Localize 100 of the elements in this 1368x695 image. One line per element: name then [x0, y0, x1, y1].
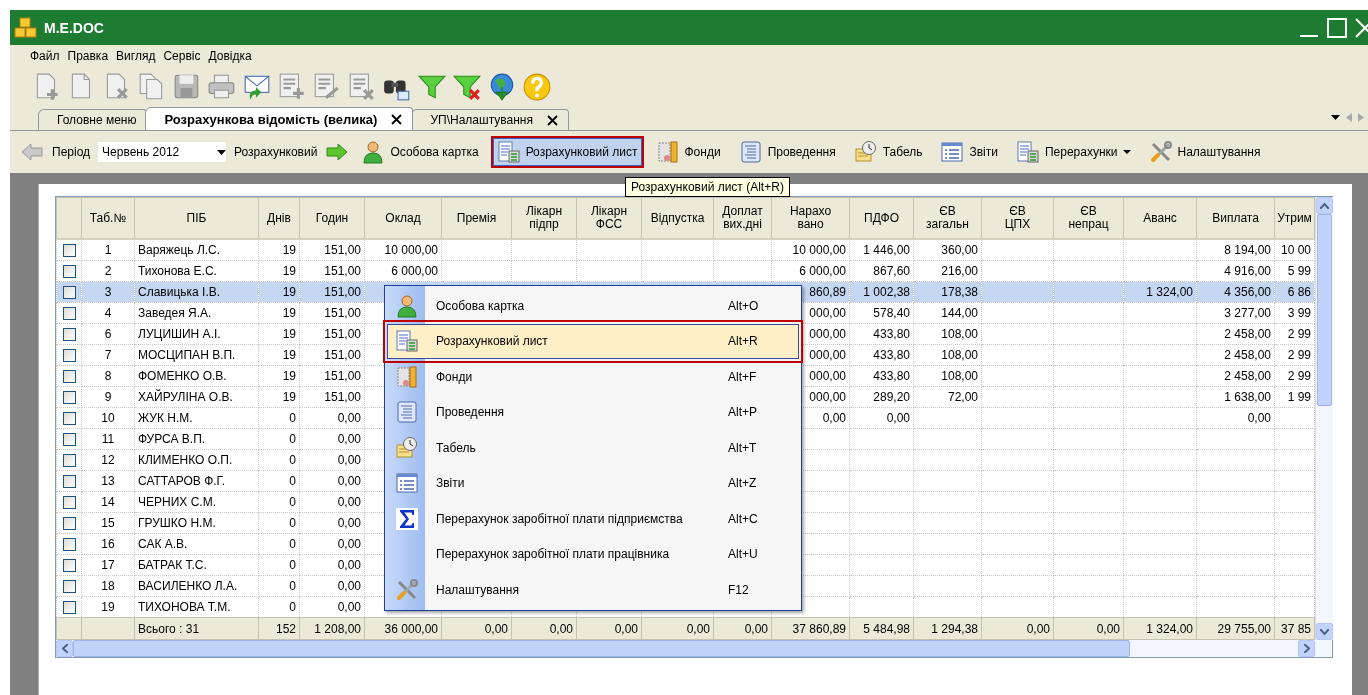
table-cell: 19 — [258, 239, 300, 261]
column-header[interactable]: Днів — [258, 197, 300, 239]
menu-item-label: Особова картка — [435, 298, 526, 313]
context-menu-item[interactable]: Звіти Alt+Z — [387, 465, 799, 501]
row-checkbox[interactable] — [62, 264, 76, 278]
shortcut-label: Alt+P — [728, 405, 758, 420]
row-checkbox[interactable] — [62, 327, 76, 341]
tab[interactable]: Головне меню — [38, 109, 148, 130]
table-cell: 151,00 — [299, 302, 365, 324]
table-cell: 18 — [81, 575, 135, 597]
close-icon[interactable] — [546, 114, 558, 126]
toolbar-button[interactable]: Особова картка — [355, 136, 485, 168]
context-menu-item[interactable]: Налаштування F12 — [387, 572, 799, 608]
table-cell: 0,00 — [299, 449, 365, 471]
dropdown-caret-icon[interactable] — [1331, 113, 1340, 122]
menu-item[interactable]: Сервіс — [163, 49, 201, 63]
table-cell: 289,20 — [849, 386, 914, 408]
column-header[interactable]: Таб.№ — [81, 197, 135, 239]
table-cell: ГРУШКО Н.М. — [134, 512, 259, 534]
column-header[interactable]: Премія — [441, 197, 512, 239]
column-header[interactable]: ЄВ ЦПХ — [981, 197, 1054, 239]
table-cell: 1 002,38 — [849, 281, 914, 303]
row-checkbox[interactable] — [62, 306, 76, 320]
table-cell: 8 194,00 — [1196, 239, 1275, 261]
column-header[interactable]: Лікарн підпр — [511, 197, 577, 239]
menu-item[interactable]: Довідка — [208, 49, 252, 63]
column-header[interactable]: ЄВ загальн — [913, 197, 982, 239]
tab[interactable]: Розрахункова відомість (велика) — [145, 107, 414, 130]
shortcut-label: Alt+C — [728, 511, 759, 526]
forward-arrow-icon[interactable] — [325, 140, 350, 164]
table-cell: ЛУЦИШИН А.І. — [134, 323, 259, 345]
column-header[interactable]: Нарахо вано — [771, 197, 850, 239]
column-header[interactable]: ЄВ непрац — [1053, 197, 1124, 239]
period-label: Період — [51, 145, 92, 159]
row-checkbox[interactable] — [62, 432, 76, 446]
table-cell: 0 — [258, 533, 300, 555]
column-header[interactable]: Утрим — [1274, 197, 1315, 239]
vertical-scrollbar[interactable] — [1315, 197, 1333, 640]
row-checkbox[interactable] — [62, 558, 76, 572]
context-menu-item[interactable]: Перерахунок заробітної плати працівника Alt+U — [387, 536, 799, 572]
table-cell: 4 916,00 — [1196, 260, 1275, 282]
table-cell: МОСЦИПАН В.П. — [134, 344, 259, 366]
total-cell: 0,00 — [576, 617, 642, 640]
total-cell: 1 294,38 — [913, 617, 982, 640]
context-menu-item[interactable]: Табель Alt+T — [387, 430, 799, 466]
list-window-icon — [940, 140, 965, 164]
column-header[interactable]: Оклад — [364, 197, 442, 239]
list-document-icon — [738, 140, 763, 164]
column-header[interactable]: Лікарн ФСС — [576, 197, 642, 239]
scroll-up-icon[interactable] — [1320, 202, 1329, 209]
row-checkbox[interactable] — [62, 537, 76, 551]
shortcut-label: Alt+U — [728, 547, 759, 562]
scroll-left-icon[interactable] — [61, 644, 68, 653]
menu-item[interactable]: Файл — [30, 49, 60, 63]
toolbar-button[interactable]: Табель — [847, 136, 929, 168]
horizontal-scrollbar[interactable] — [56, 640, 1332, 657]
scroll-right-icon[interactable] — [1303, 644, 1310, 653]
row-checkbox[interactable] — [62, 369, 76, 383]
menu-item-label: Проведення — [435, 405, 506, 420]
row-checkbox[interactable] — [62, 453, 76, 467]
column-header[interactable]: Годин — [299, 197, 365, 239]
toolbar-button[interactable]: Звіти — [934, 136, 1004, 168]
close-icon[interactable] — [391, 113, 403, 125]
maximize-icon[interactable] — [1326, 16, 1348, 39]
table-cell: 10 — [81, 407, 135, 429]
menu-item[interactable]: Вигляд — [116, 49, 156, 63]
column-header[interactable]: Аванс — [1123, 197, 1197, 239]
column-header[interactable]: ПДФО — [849, 197, 914, 239]
toolbar-button[interactable]: Фонди — [649, 136, 727, 168]
table-cell: 2 458,00 — [1196, 323, 1275, 345]
row-checkbox[interactable] — [62, 285, 76, 299]
table-cell: 151,00 — [299, 323, 365, 345]
row-checkbox[interactable] — [62, 600, 76, 614]
row-checkbox[interactable] — [62, 243, 76, 257]
row-checkbox[interactable] — [62, 390, 76, 404]
tab[interactable]: УП\Налаштування — [411, 109, 569, 130]
column-header[interactable]: Доплат вих.дні — [713, 197, 772, 239]
row-checkbox[interactable] — [62, 411, 76, 425]
row-checkbox[interactable] — [62, 579, 76, 593]
total-cell: 37 85 — [1274, 617, 1315, 640]
toolbar-button[interactable]: Перерахунки — [1009, 136, 1137, 168]
scroll-down-icon[interactable] — [1320, 628, 1329, 635]
row-checkbox[interactable] — [62, 474, 76, 488]
menu-item[interactable]: Правка — [67, 49, 109, 63]
row-checkbox[interactable] — [62, 495, 76, 509]
column-header[interactable]: ПІБ — [134, 197, 259, 239]
table-cell: 19 — [258, 323, 300, 345]
column-header[interactable]: Виплата — [1196, 197, 1275, 239]
context-menu-item[interactable]: Перерахунок заробітної плати підприємства Alt+C — [387, 501, 799, 537]
toolbar-button[interactable]: Проведення — [732, 136, 842, 168]
row-checkbox[interactable] — [62, 348, 76, 362]
total-label: Всього : 31 — [134, 617, 259, 640]
help-icon[interactable] — [522, 72, 552, 102]
table-cell: ХАЙРУЛІНА О.В. — [134, 386, 259, 408]
period-dropdown[interactable]: Червень 2012 — [98, 142, 227, 162]
row-checkbox[interactable] — [62, 516, 76, 530]
toolbar-button[interactable]: Налаштування — [1142, 136, 1267, 168]
toolbar-button[interactable]: Розрахунковий лист — [490, 136, 644, 168]
column-header[interactable]: Відпустка — [641, 197, 714, 239]
list-window-icon — [395, 471, 419, 496]
